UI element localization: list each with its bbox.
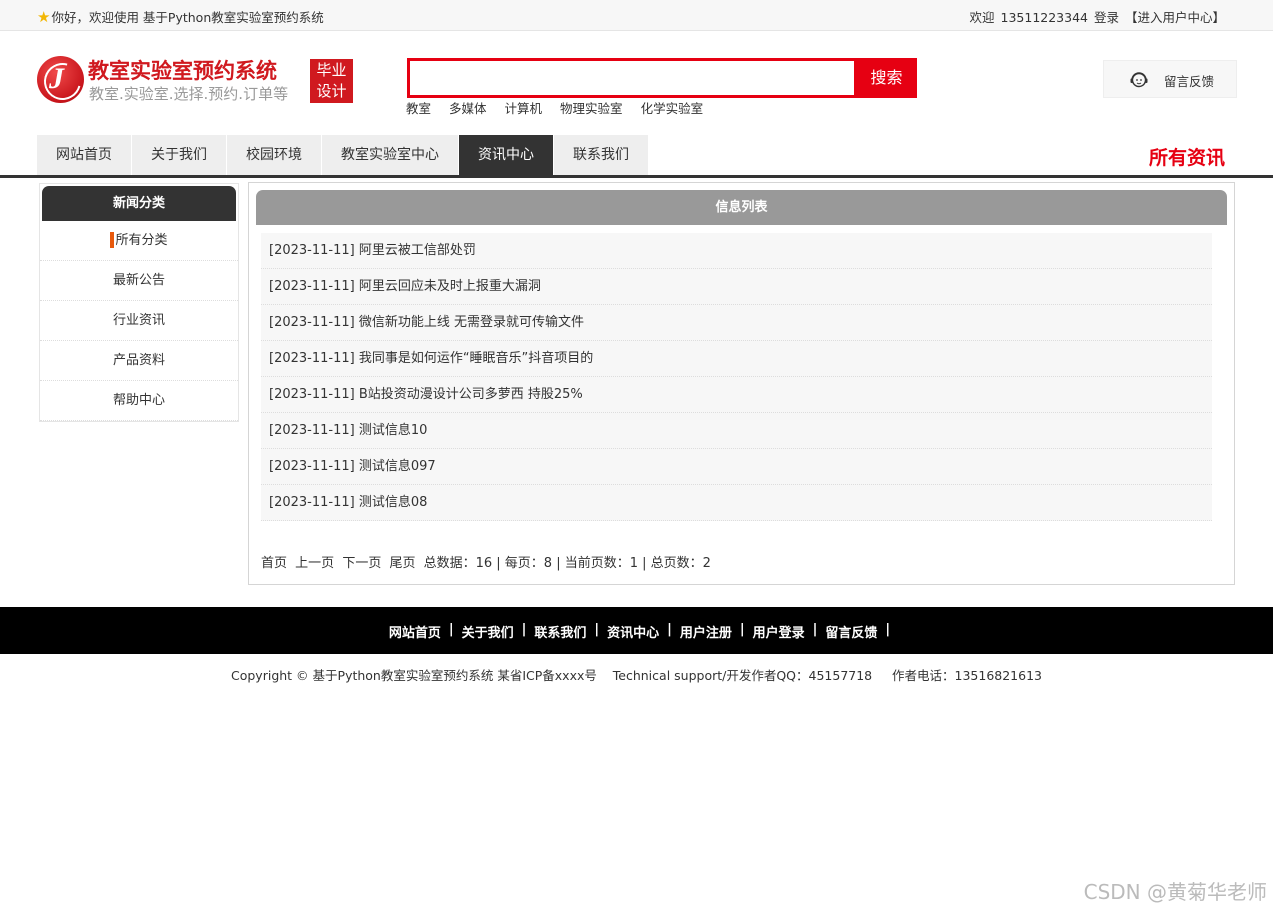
footer-separator: | — [812, 622, 818, 637]
logo-letter: J — [49, 62, 64, 95]
nav-divider — [0, 175, 1273, 178]
footer-separator: | — [594, 622, 600, 637]
site-subtitle: 教室.实验室.选择.预约.订单等 — [89, 85, 289, 103]
search-button[interactable]: 搜索 — [856, 58, 917, 98]
nav-item-news-center[interactable]: 资讯中心 — [459, 135, 553, 175]
sidebar-item-announcements[interactable]: 最新公告 — [40, 261, 238, 301]
pager-next[interactable]: 下一页 — [342, 556, 381, 571]
top-bar: ★ 你好，欢迎使用 基于Python教室实验室预约系统 欢迎 135112233… — [0, 0, 1273, 31]
feedback-button[interactable]: 留言反馈 — [1103, 60, 1237, 98]
footer-separator: | — [885, 622, 891, 637]
nav-item-campus[interactable]: 校园环境 — [227, 135, 321, 175]
footer-link-home[interactable]: 网站首页 — [382, 622, 448, 641]
feedback-label: 留言反馈 — [1164, 74, 1215, 89]
pagination: 首页 上一页 下一页 尾页 总数据：16 | 每页：8 | 当前页数：1 | 总… — [261, 552, 715, 571]
news-item[interactable]: [2023-11-11] 阿里云回应未及时上报重大漏洞 — [261, 269, 1212, 305]
news-item[interactable]: [2023-11-11] 测试信息10 — [261, 413, 1212, 449]
pager-last[interactable]: 尾页 — [389, 556, 415, 571]
page-title: 所有资讯 — [1148, 147, 1225, 169]
footer-link-about[interactable]: 关于我们 — [455, 622, 521, 641]
sidebar-item-all[interactable]: 所有分类 — [40, 221, 238, 261]
logo-icon[interactable]: J — [37, 56, 84, 103]
sidebar-item-product-info[interactable]: 产品资料 — [40, 341, 238, 381]
footer-separator: | — [667, 622, 672, 637]
nav-item-about[interactable]: 关于我们 — [132, 135, 226, 175]
footer-link-news[interactable]: 资讯中心 — [600, 622, 666, 641]
news-item[interactable]: [2023-11-11] 阿里云被工信部处罚 — [261, 233, 1212, 269]
watermark: CSDN @黄菊华老师 — [1083, 880, 1267, 904]
hot-word-link[interactable]: 物理实验室 — [560, 98, 623, 117]
badge-line-1: 毕业 — [316, 61, 347, 79]
greeting-text: 你好，欢迎使用 基于Python教室实验室预约系统 — [51, 10, 324, 25]
sidebar: 新闻分类 所有分类 最新公告 行业资讯 产品资料 帮助中心 — [39, 183, 239, 422]
search-input[interactable] — [410, 61, 854, 95]
nav-item-classroom-center[interactable]: 教室实验室中心 — [322, 135, 458, 175]
greeting: ★ 你好，欢迎使用 基于Python教室实验室预约系统 — [37, 7, 324, 26]
nav-item-home[interactable]: 网站首页 — [37, 135, 131, 175]
welcome-text: 欢迎 — [969, 10, 995, 25]
category-list: 所有分类 最新公告 行业资讯 产品资料 帮助中心 — [40, 221, 238, 421]
news-item[interactable]: [2023-11-11] B站投资动漫设计公司多萝西 持股25% — [261, 377, 1212, 413]
news-item[interactable]: [2023-11-11] 测试信息097 — [261, 449, 1212, 485]
badge-line-2: 设计 — [316, 82, 347, 100]
copyright: Copyright © 基于Python教室实验室预约系统 某省ICP备xxxx… — [231, 668, 1042, 683]
pager-first[interactable]: 首页 — [261, 556, 287, 571]
footer-nav: 网站首页 | 关于我们 | 联系我们 | 资讯中心 | 用户注册 | 用户登录 | 留言反馈… — [0, 607, 1273, 654]
hot-word-link[interactable]: 化学实验室 — [641, 98, 704, 117]
hot-word-link[interactable]: 计算机 — [505, 98, 543, 117]
news-item[interactable]: [2023-11-11] 微信新功能上线 无需登录就可传输文件 — [261, 305, 1212, 341]
news-list: [2023-11-11] 阿里云被工信部处罚 [2023-11-11] 阿里云回… — [261, 233, 1212, 521]
footer-link-feedback[interactable]: 留言反馈 — [818, 622, 884, 641]
sidebar-item-help-center[interactable]: 帮助中心 — [40, 381, 238, 421]
login-link[interactable]: 登录 — [1094, 10, 1119, 25]
user-links: 欢迎 13511223344 登录 【进入用户中心】 — [968, 7, 1225, 26]
sidebar-title: 新闻分类 — [42, 186, 236, 221]
footer-link-register[interactable]: 用户注册 — [673, 622, 739, 641]
customer-service-icon — [1130, 72, 1148, 88]
graduation-badge: 毕业 设计 — [310, 59, 353, 103]
main-nav: 网站首页 关于我们 校园环境 教室实验室中心 资讯中心 联系我们 — [37, 135, 649, 175]
news-panel: 信息列表 [2023-11-11] 阿里云被工信部处罚 [2023-11-11]… — [248, 182, 1235, 585]
user-center-link[interactable]: 【进入用户中心】 — [1125, 10, 1225, 25]
news-item[interactable]: [2023-11-11] 我同事是如何运作“睡眠音乐”抖音项目的 — [261, 341, 1212, 377]
hot-words: 教室 多媒体 计算机 物理实验室 化学实验室 — [406, 98, 703, 117]
user-phone: 13511223344 — [1000, 10, 1088, 25]
nav-item-contact[interactable]: 联系我们 — [554, 135, 648, 175]
news-item[interactable]: [2023-11-11] 测试信息08 — [261, 485, 1212, 521]
footer-separator: | — [448, 622, 454, 637]
star-icon: ★ — [37, 7, 51, 26]
news-panel-title: 信息列表 — [256, 190, 1227, 225]
footer-link-contact[interactable]: 联系我们 — [527, 622, 593, 641]
footer-separator: | — [739, 622, 745, 637]
footer-link-login[interactable]: 用户登录 — [746, 622, 812, 641]
pager-prev[interactable]: 上一页 — [295, 556, 334, 571]
footer-separator: | — [521, 622, 527, 637]
hot-word-link[interactable]: 多媒体 — [449, 98, 487, 117]
hot-word-link[interactable]: 教室 — [406, 98, 431, 117]
site-title: 教室实验室预约系统 — [88, 59, 277, 83]
pager-summary: 总数据：16 | 每页：8 | 当前页数：1 | 总页数：2 — [423, 556, 711, 571]
search-box — [407, 58, 857, 98]
sidebar-item-industry-news[interactable]: 行业资讯 — [40, 301, 238, 341]
